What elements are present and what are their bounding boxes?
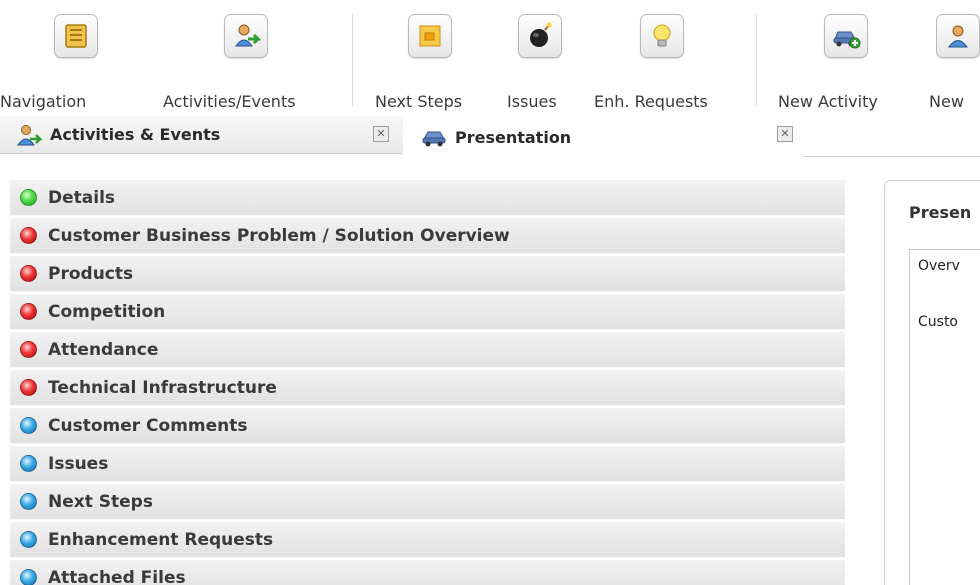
bomb-icon: [518, 14, 562, 58]
toolbar-separator: [756, 14, 757, 106]
tab-bar: Activities & Events ✕ Presentation ✕: [0, 112, 980, 158]
section-row-customer-comments[interactable]: Customer Comments: [10, 408, 845, 444]
section-row-issues[interactable]: Issues: [10, 446, 845, 482]
next-steps-label: Next Steps: [375, 92, 463, 111]
status-red-icon: [20, 265, 37, 282]
section-row-attendance[interactable]: Attendance: [10, 332, 845, 368]
status-blue-icon: [20, 569, 37, 585]
status-red-icon: [20, 341, 37, 358]
section-row-next-steps[interactable]: Next Steps: [10, 484, 845, 520]
user-arrow-icon: [17, 124, 42, 145]
activities-events-button[interactable]: [214, 8, 278, 102]
section-row-attached-files[interactable]: Attached Files: [10, 560, 845, 585]
user-arrow-icon: [224, 14, 268, 58]
section-label: Enhancement Requests: [48, 529, 274, 550]
section-label: Attached Files: [48, 567, 186, 585]
section-label: Next Steps: [48, 491, 153, 512]
sticky-note-icon: [408, 14, 452, 58]
status-blue-icon: [20, 455, 37, 472]
tab-bar-divider: [803, 156, 980, 157]
panel-text-line: Custo: [918, 314, 958, 330]
section-row-technical-infrastructure[interactable]: Technical Infrastructure: [10, 370, 845, 406]
section-row-customer-business-problem[interactable]: Customer Business Problem / Solution Ove…: [10, 218, 845, 254]
issues-button[interactable]: [508, 8, 572, 102]
main-toolbar: Navigation Activities/Events Next Steps …: [0, 0, 980, 112]
car-icon: [422, 131, 446, 147]
status-blue-icon: [20, 531, 37, 548]
section-list: Details Customer Business Problem / Solu…: [10, 180, 845, 585]
section-label: Details: [48, 187, 116, 208]
enh-requests-button[interactable]: [630, 8, 694, 102]
new-label: New: [929, 92, 964, 111]
status-red-icon: [20, 227, 37, 244]
status-green-icon: [20, 189, 37, 206]
status-red-icon: [20, 303, 37, 320]
issues-label: Issues: [507, 92, 557, 111]
tab-presentation[interactable]: Presentation ✕: [403, 116, 803, 158]
panel-text-line: Overv: [918, 258, 960, 274]
presentation-panel: Presen Overv Custo: [884, 180, 980, 585]
user-icon: [936, 14, 980, 58]
presentation-text-area[interactable]: Overv Custo: [909, 249, 980, 585]
enh-requests-label: Enh. Requests: [594, 92, 708, 111]
section-label: Products: [48, 263, 134, 284]
section-row-enhancement-requests[interactable]: Enhancement Requests: [10, 522, 845, 558]
status-blue-icon: [20, 417, 37, 434]
section-row-competition[interactable]: Competition: [10, 294, 845, 330]
panel-title: Presen: [909, 203, 972, 222]
new-button[interactable]: [936, 8, 980, 102]
close-tab-button[interactable]: ✕: [777, 126, 793, 142]
activities-events-label: Activities/Events: [163, 92, 296, 111]
section-label: Attendance: [48, 339, 159, 360]
status-red-icon: [20, 379, 37, 396]
tab-activities-events[interactable]: Activities & Events ✕: [0, 116, 403, 154]
section-label: Competition: [48, 301, 166, 322]
new-activity-button[interactable]: [814, 8, 878, 102]
tab-label: Presentation: [455, 127, 572, 147]
section-label: Customer Business Problem / Solution Ove…: [48, 225, 510, 246]
section-label: Customer Comments: [48, 415, 248, 436]
car-add-icon: [824, 14, 868, 58]
section-label: Issues: [48, 453, 109, 474]
navigation-button[interactable]: [44, 8, 108, 102]
folder-icon: [54, 14, 98, 58]
section-row-products[interactable]: Products: [10, 256, 845, 292]
next-steps-button[interactable]: [398, 8, 462, 102]
section-label: Technical Infrastructure: [48, 377, 277, 398]
tab-label: Activities & Events: [50, 125, 221, 144]
new-activity-label: New Activity: [778, 92, 878, 111]
lightbulb-icon: [640, 14, 684, 58]
navigation-label: Navigation: [0, 92, 87, 111]
section-row-details[interactable]: Details: [10, 180, 845, 216]
status-blue-icon: [20, 493, 37, 510]
toolbar-separator: [352, 14, 353, 106]
close-tab-button[interactable]: ✕: [373, 126, 389, 142]
